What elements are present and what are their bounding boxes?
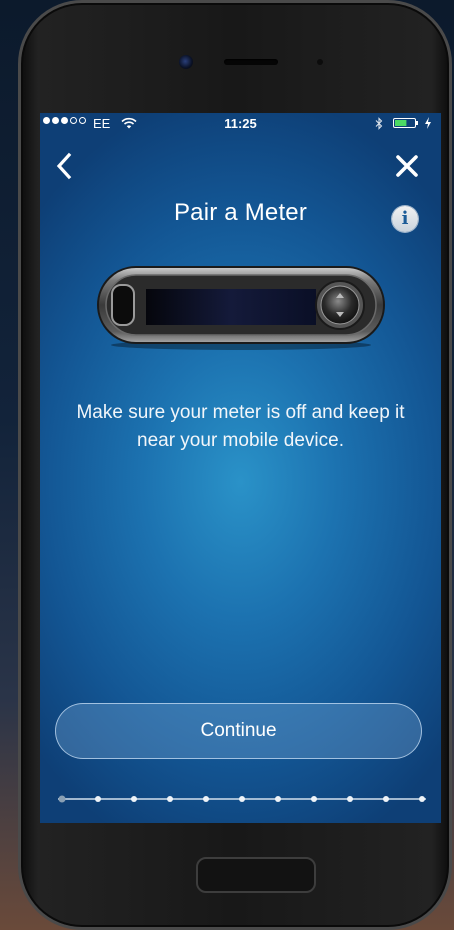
close-icon — [396, 155, 418, 177]
app-screen: EE 11:25 Pair a Meter i Make sure your m… — [40, 113, 441, 823]
front-camera — [179, 55, 193, 69]
back-button[interactable] — [52, 151, 76, 181]
status-bar: EE 11:25 — [40, 113, 441, 135]
home-button[interactable] — [196, 857, 316, 893]
progress-step-dot — [419, 796, 425, 802]
phone-frame: EE 11:25 Pair a Meter i Make sure your m… — [18, 0, 452, 930]
progress-step-dot — [95, 796, 101, 802]
progress-indicator — [58, 795, 426, 803]
earpiece-speaker — [224, 59, 278, 65]
progress-step-dot — [275, 796, 281, 802]
progress-step-dot — [131, 796, 137, 802]
meter-device-image — [97, 266, 385, 350]
progress-step-dot — [58, 795, 66, 803]
chevron-left-icon — [56, 152, 72, 180]
progress-step-dot — [383, 796, 389, 802]
battery-icon — [393, 118, 418, 128]
continue-button[interactable]: Continue — [55, 703, 422, 759]
charging-icon — [425, 117, 431, 129]
close-button[interactable] — [394, 153, 420, 179]
progress-step-dot — [347, 796, 353, 802]
progress-step-dot — [167, 796, 173, 802]
bluetooth-icon — [375, 117, 383, 130]
instruction-text: Make sure your meter is off and keep it … — [76, 402, 405, 451]
info-button[interactable]: i — [392, 206, 418, 232]
progress-step-dot — [239, 796, 245, 802]
progress-step-dot — [203, 796, 209, 802]
page-title: Pair a Meter — [173, 199, 308, 226]
proximity-sensor — [317, 59, 323, 65]
progress-step-dot — [311, 796, 317, 802]
